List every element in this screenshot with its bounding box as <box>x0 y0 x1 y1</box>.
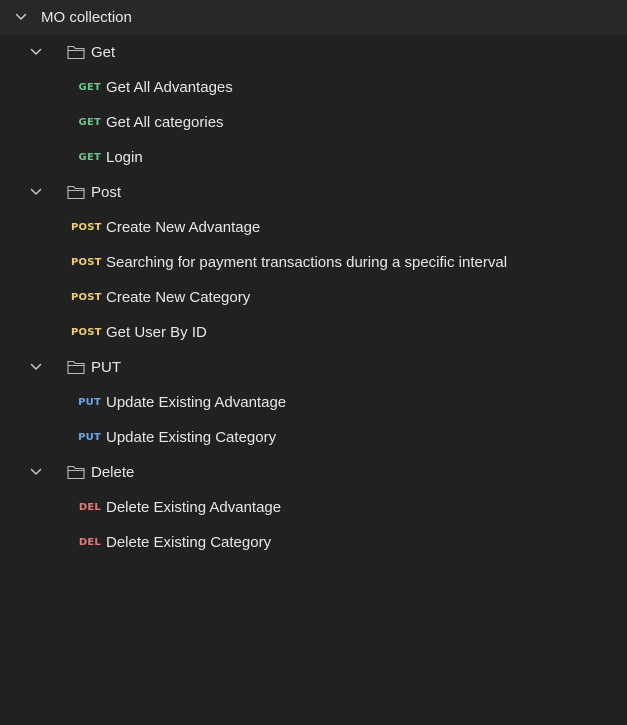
request-name: Login <box>106 149 143 166</box>
method-badge: POST <box>71 222 102 233</box>
request-row[interactable]: POST Searching for payment transactions … <box>0 245 627 280</box>
request-name: Delete Existing Advantage <box>106 499 282 516</box>
chevron-down-icon[interactable] <box>28 359 44 375</box>
folder-name: PUT <box>91 359 121 376</box>
folder-name: Post <box>91 184 122 201</box>
request-name: Update Existing Advantage <box>106 394 287 411</box>
request-row[interactable]: DEL Delete Existing Category <box>0 525 627 560</box>
collection-tree: MO collection Get GET Get All Advantages… <box>0 0 627 725</box>
request-row[interactable]: PUT Update Existing Advantage <box>0 385 627 420</box>
folder-icon <box>67 359 85 375</box>
method-badge: POST <box>71 292 102 303</box>
method-badge: DEL <box>78 537 101 548</box>
method-badge: DEL <box>78 502 101 513</box>
request-row[interactable]: POST Create New Advantage <box>0 210 627 245</box>
folder-icon <box>67 464 85 480</box>
folder-row-get[interactable]: Get <box>0 35 627 70</box>
request-row[interactable]: POST Create New Category <box>0 280 627 315</box>
folder-row-post[interactable]: Post <box>0 175 627 210</box>
collection-row[interactable]: MO collection <box>0 0 627 35</box>
request-row[interactable]: GET Login <box>0 140 627 175</box>
folder-name: Get <box>91 44 116 61</box>
request-name: Create New Category <box>106 289 251 306</box>
folder-icon <box>67 184 85 200</box>
request-row[interactable]: PUT Update Existing Category <box>0 420 627 455</box>
chevron-down-icon[interactable] <box>28 44 44 60</box>
method-badge: GET <box>78 152 101 163</box>
method-badge: POST <box>71 327 102 338</box>
request-name: Get User By ID <box>106 324 207 341</box>
method-badge: POST <box>71 257 102 268</box>
chevron-down-icon[interactable] <box>28 184 44 200</box>
method-badge: PUT <box>78 432 101 443</box>
request-name: Delete Existing Category <box>106 534 272 551</box>
request-name: Get All Advantages <box>106 79 233 96</box>
folder-row-delete[interactable]: Delete <box>0 455 627 490</box>
request-name: Create New Advantage <box>106 219 261 236</box>
request-row[interactable]: DEL Delete Existing Advantage <box>0 490 627 525</box>
method-badge: GET <box>78 117 101 128</box>
folder-name: Delete <box>91 464 135 481</box>
request-name: Get All categories <box>106 114 224 131</box>
chevron-down-icon[interactable] <box>28 464 44 480</box>
request-row[interactable]: POST Get User By ID <box>0 315 627 350</box>
chevron-down-icon[interactable] <box>13 9 29 25</box>
folder-icon <box>67 44 85 60</box>
request-name: Update Existing Category <box>106 429 277 446</box>
request-row[interactable]: GET Get All Advantages <box>0 70 627 105</box>
request-name: Searching for payment transactions durin… <box>106 254 508 271</box>
method-badge: GET <box>78 82 101 93</box>
request-row[interactable]: GET Get All categories <box>0 105 627 140</box>
folder-row-put[interactable]: PUT <box>0 350 627 385</box>
collection-name: MO collection <box>41 9 132 26</box>
method-badge: PUT <box>78 397 101 408</box>
